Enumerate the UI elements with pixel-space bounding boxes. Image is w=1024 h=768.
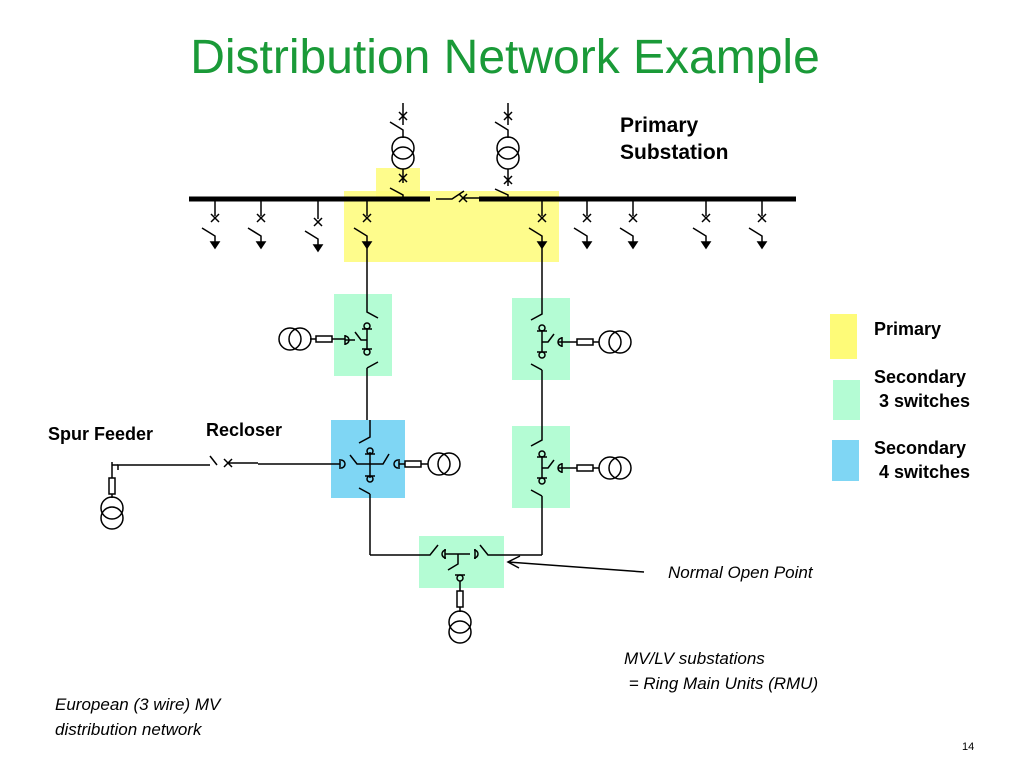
mvlv-line1: MV/LV substations <box>624 649 765 668</box>
legend-label-secondary-4: Secondary 4 switches <box>874 438 971 482</box>
incoming-transformer-2 <box>494 103 520 199</box>
european-network-label: European (3 wire) MV distribution networ… <box>55 692 220 742</box>
page-number: 14 <box>962 741 975 753</box>
legend-label-secondary-3: Secondary 3 switches <box>874 367 971 411</box>
legend-swatch-secondary-4 <box>832 440 859 481</box>
recloser-label: Recloser <box>206 420 283 440</box>
european-line1: European (3 wire) MV <box>55 695 221 714</box>
primary-substation-label: Primary Substation <box>620 112 729 166</box>
spur-feeder-label: Spur Feeder <box>48 424 154 444</box>
normal-open-point-label: Normal Open Point <box>668 563 813 582</box>
rmu-zone-1 <box>334 294 392 376</box>
primary-substation-label-line1: Primary <box>620 114 699 137</box>
mvlv-line2: = Ring Main Units (RMU) <box>624 674 819 693</box>
primary-zone <box>344 191 559 262</box>
nop-arrow <box>506 555 645 573</box>
european-line2: distribution network <box>55 720 202 739</box>
legend-swatch-primary <box>830 314 857 359</box>
primary-substation-label-line2: Substation <box>620 141 729 164</box>
recloser <box>100 455 258 530</box>
legend-swatch-secondary-3 <box>833 380 860 420</box>
network-diagram <box>100 103 796 644</box>
legend-label-primary: Primary <box>874 319 942 339</box>
rmu-zone-4sw <box>331 420 405 498</box>
mvlv-substations-label: MV/LV substations = Ring Main Units (RMU… <box>624 646 818 696</box>
